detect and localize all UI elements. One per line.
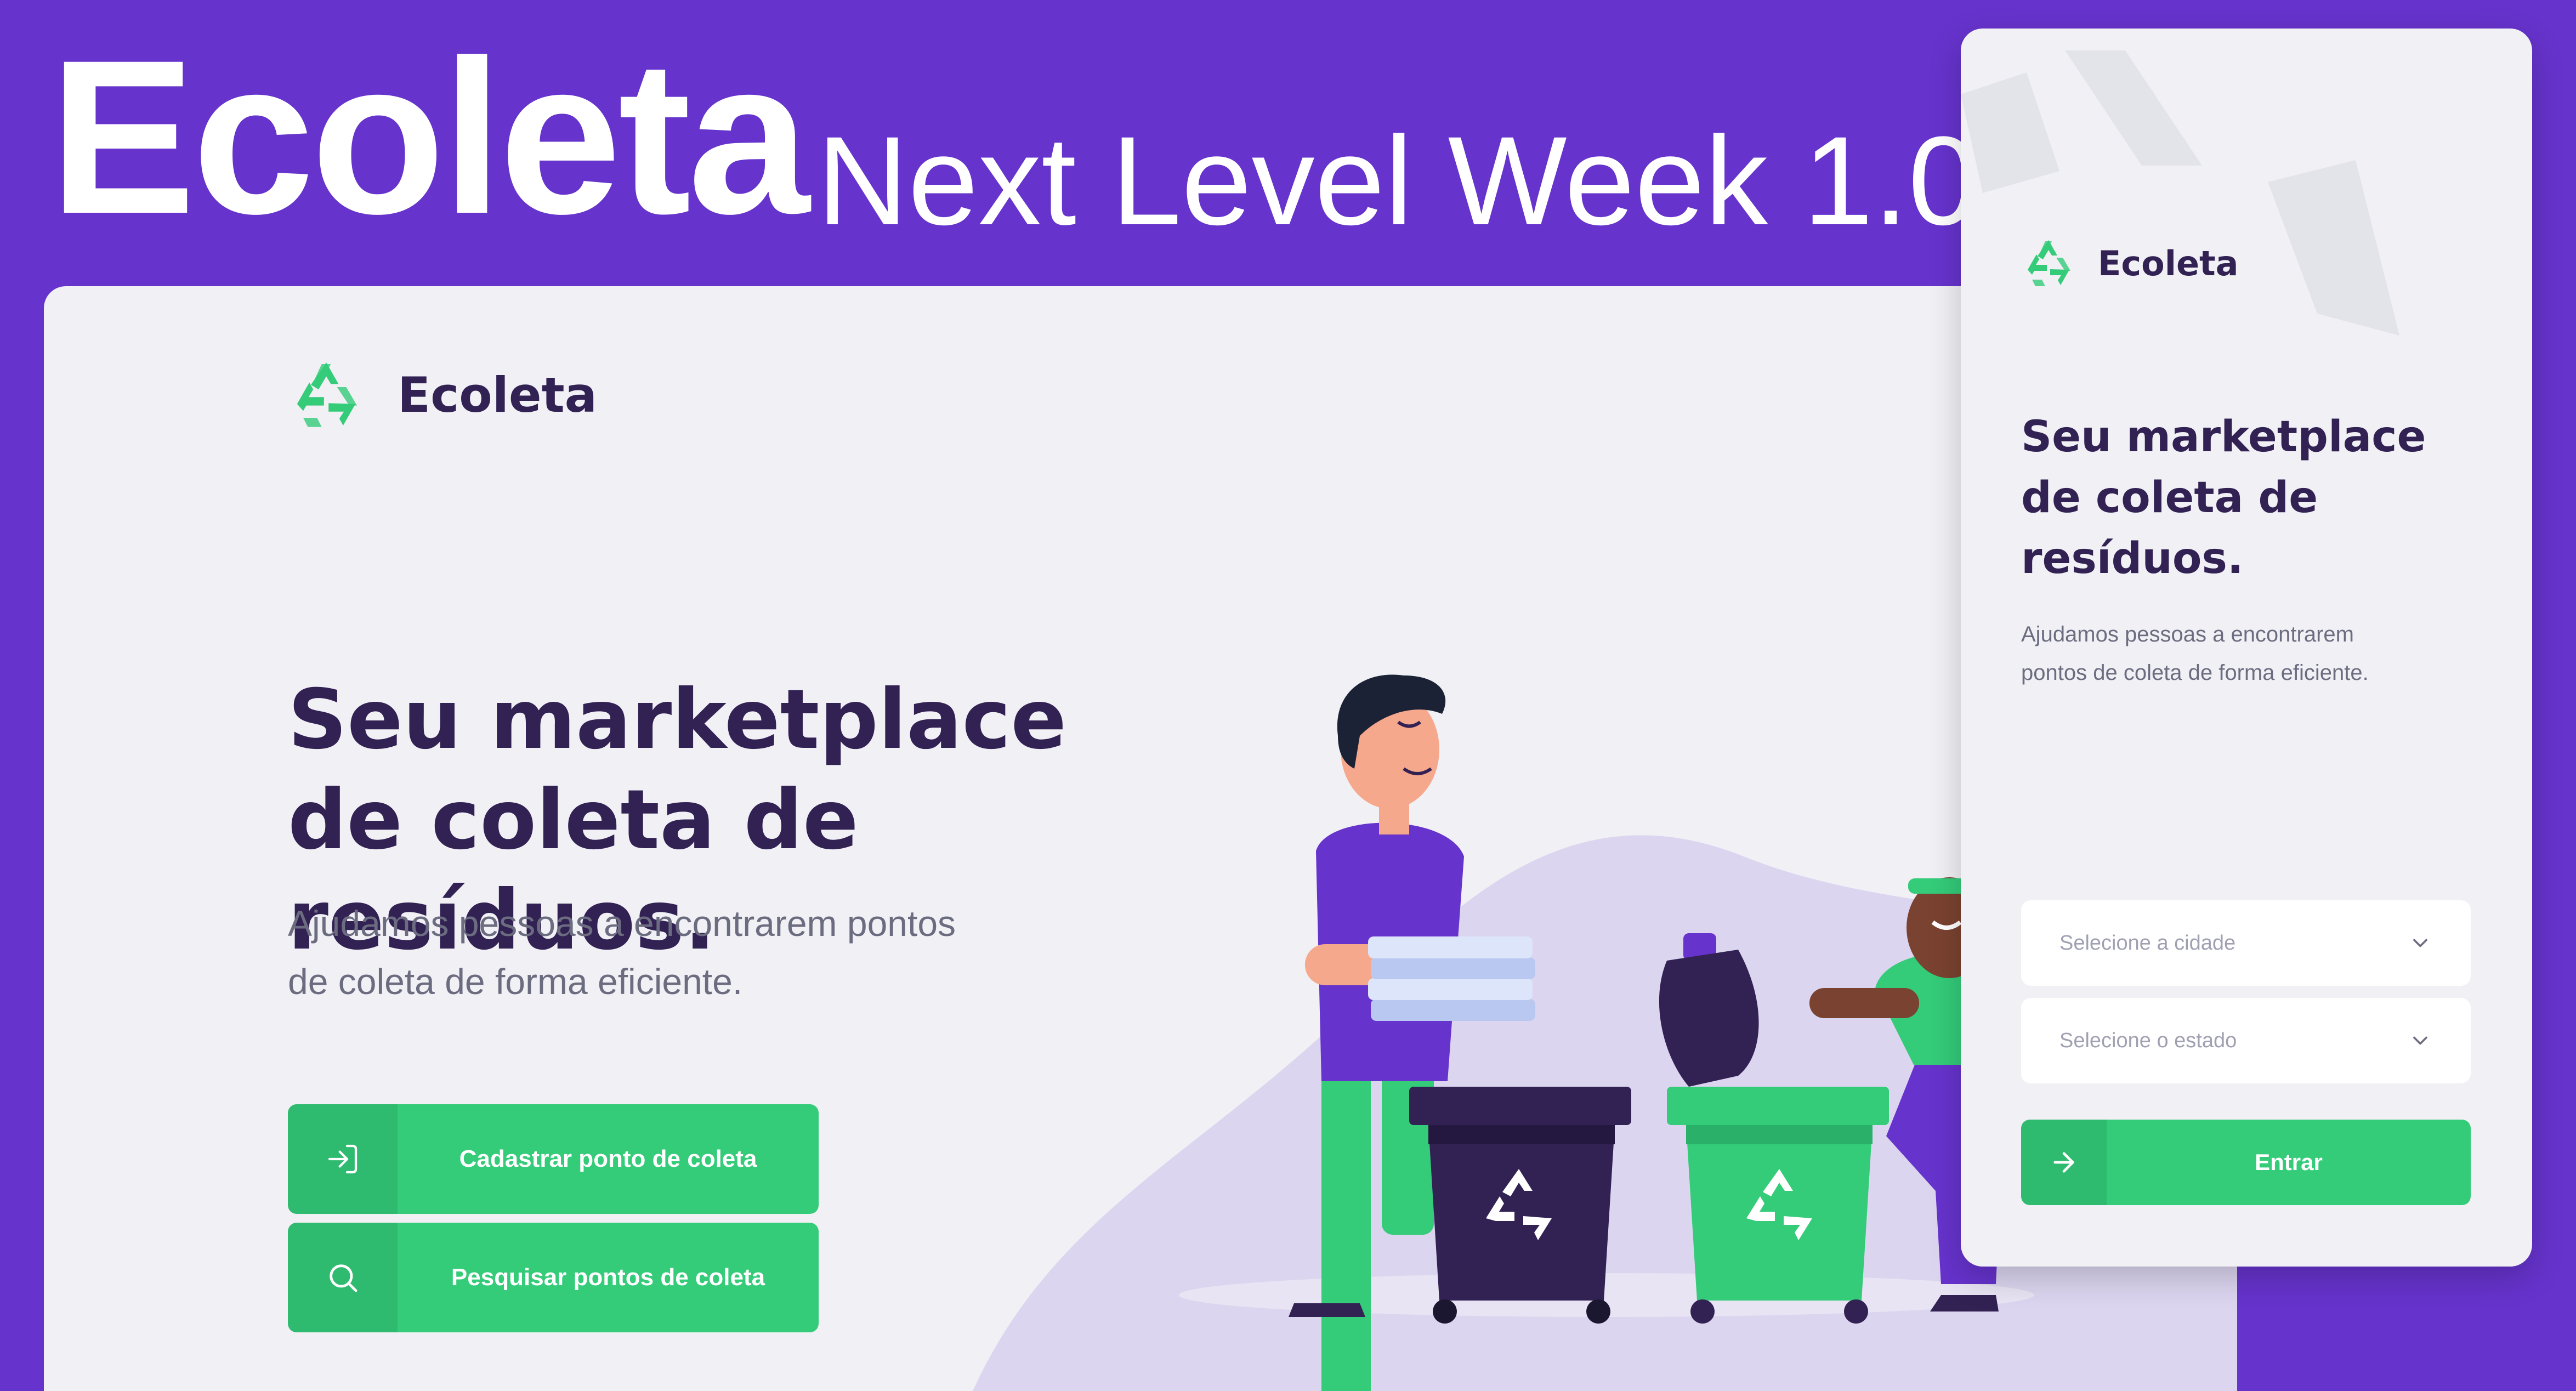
chevron-down-icon — [2413, 939, 2427, 947]
mobile-description-line1: Ajudamos pessoas a encontrarem — [2021, 622, 2354, 646]
mobile-description-line2: pontos de coleta de forma eficiente. — [2021, 661, 2369, 685]
chevron-down-icon — [2413, 1036, 2427, 1045]
recycle-icon — [2028, 240, 2070, 286]
search-icon — [288, 1223, 398, 1332]
desktop-home-screen: Ecoleta Seu marketplace de coleta de res… — [44, 286, 2237, 1391]
banner-subtitle: Next Level Week 1.0 — [817, 110, 1978, 251]
mobile-description: Ajudamos pessoas a encontrarem pontos de… — [2021, 615, 2471, 692]
state-select[interactable]: Selecione o estado — [2021, 998, 2471, 1083]
green-recycling-bin — [1667, 1087, 1889, 1324]
mobile-logo[interactable]: Ecoleta — [2021, 236, 2238, 291]
register-collection-point-button[interactable]: Cadastrar ponto de coleta — [288, 1104, 819, 1214]
mobile-home-screen: Ecoleta Seu marketplace de coleta de res… — [1961, 29, 2532, 1267]
recycle-icon — [297, 362, 357, 427]
mobile-brand-name: Ecoleta — [2098, 243, 2239, 283]
search-collection-points-label: Pesquisar pontos de coleta — [451, 1264, 765, 1291]
search-collection-points-button[interactable]: Pesquisar pontos de coleta — [288, 1223, 819, 1332]
city-select-placeholder: Selecione a cidade — [2059, 931, 2236, 955]
log-in-icon — [288, 1104, 398, 1214]
city-select[interactable]: Selecione a cidade — [2021, 900, 2471, 986]
desktop-brand-name: Ecoleta — [398, 366, 598, 423]
dark-recycling-bin — [1409, 1087, 1631, 1324]
state-select-placeholder: Selecione o estado — [2059, 1029, 2237, 1052]
banner-title: Ecoleta — [49, 14, 810, 259]
enter-button-label: Entrar — [2255, 1149, 2323, 1175]
mobile-headline-line2: de coleta de — [2021, 473, 2318, 523]
mobile-headline-line1: Seu marketplace — [2021, 412, 2426, 462]
register-collection-point-label: Cadastrar ponto de coleta — [459, 1145, 757, 1172]
mobile-headline: Seu marketplace de coleta de resíduos. — [2021, 407, 2471, 589]
mobile-headline-line3: resíduos. — [2021, 533, 2244, 583]
desktop-logo[interactable]: Ecoleta — [288, 356, 597, 433]
arrow-right-icon — [2021, 1120, 2107, 1205]
enter-button[interactable]: Entrar — [2021, 1120, 2471, 1205]
